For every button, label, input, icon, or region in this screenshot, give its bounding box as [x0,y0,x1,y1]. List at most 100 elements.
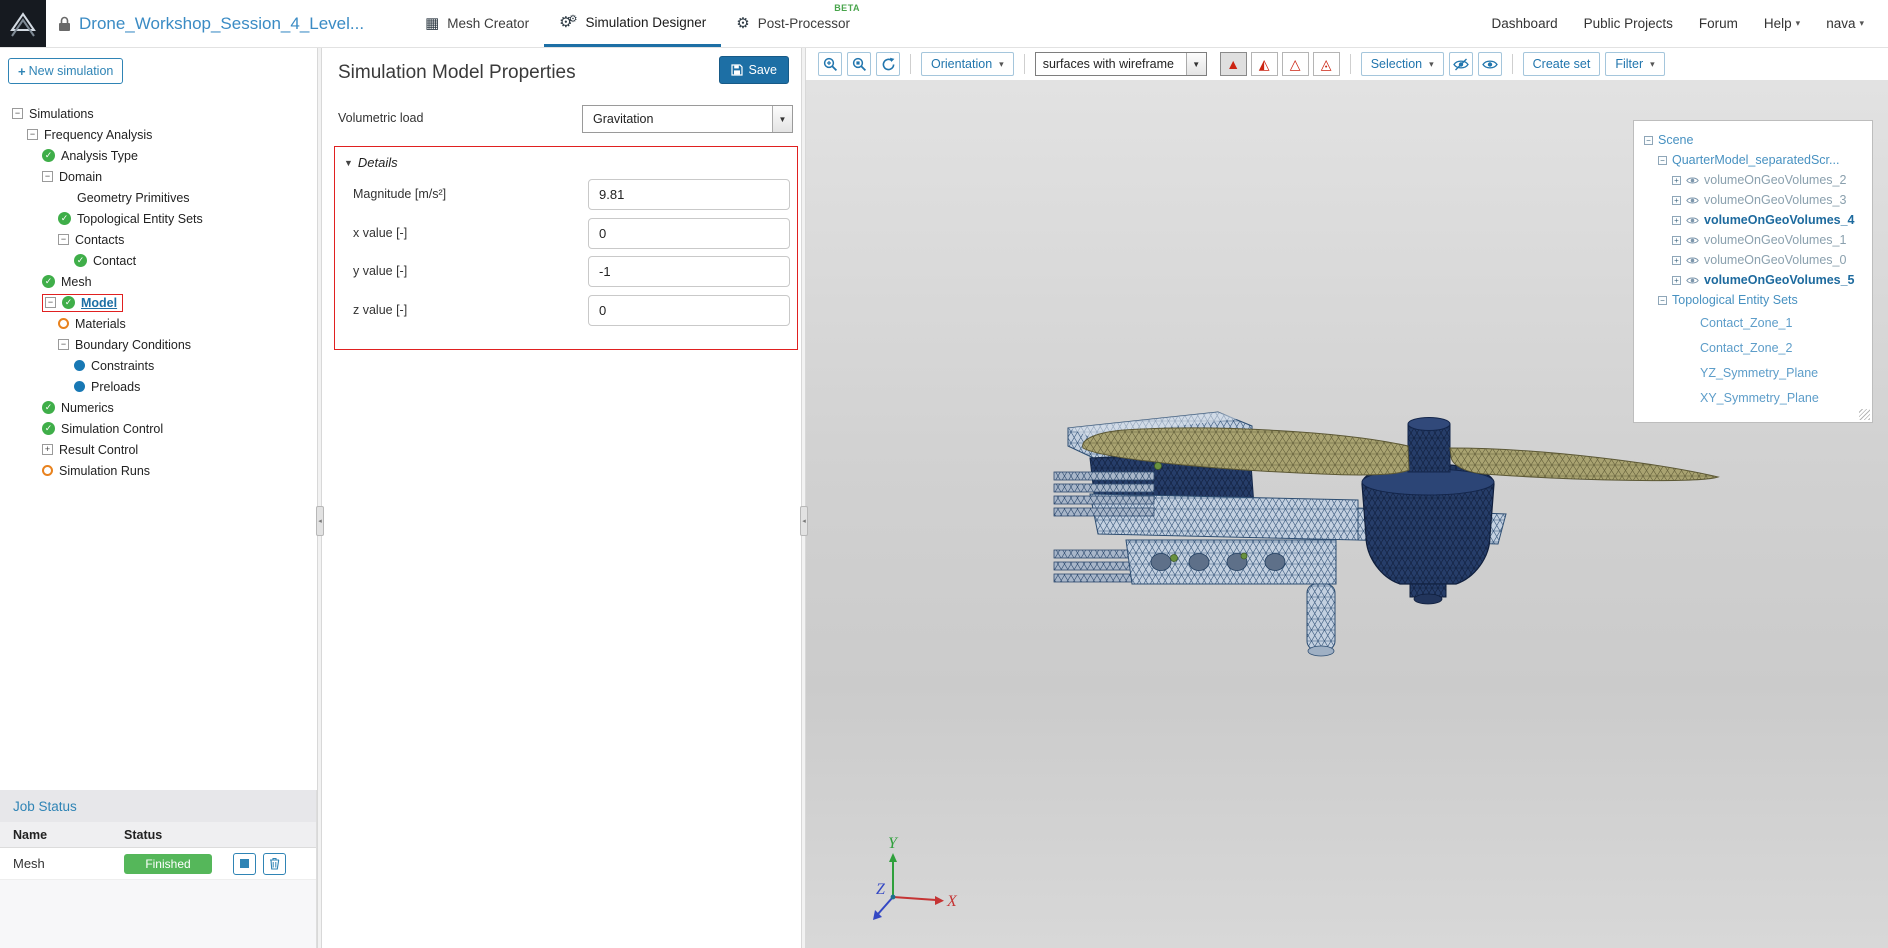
expand-icon[interactable]: + [1672,216,1681,225]
tree-item-geometry-primitives[interactable]: Geometry Primitives [0,187,317,208]
collapse-icon[interactable]: − [42,171,53,182]
scene-item-volume-4[interactable]: +volumeOnGeoVolumes_4 [1644,210,1866,230]
scene-item-yz-symmetry-plane[interactable]: YZ_Symmetry_Plane [1644,360,1866,385]
collapse-icon[interactable]: − [1658,156,1667,165]
create-set-button[interactable]: Create set [1523,52,1601,76]
link-forum[interactable]: Forum [1699,16,1738,31]
y-value-input[interactable] [588,256,790,287]
collapse-icon[interactable]: − [58,339,69,350]
collapse-icon[interactable]: − [12,108,23,119]
scene-item-volume-5[interactable]: +volumeOnGeoVolumes_5 [1644,270,1866,290]
tree-item-constraints[interactable]: Constraints [0,355,317,376]
eye-icon[interactable] [1686,176,1699,185]
delete-job-button[interactable] [263,853,286,875]
scene-item-volume-1[interactable]: +volumeOnGeoVolumes_1 [1644,230,1866,250]
tab-simulation-designer[interactable]: ⚙⚙ Simulation Designer [544,0,721,47]
magnitude-input[interactable] [588,179,790,210]
render-mode-select[interactable]: surfaces with wireframe ▼ [1035,52,1207,76]
collapse-icon[interactable]: − [45,297,56,308]
expand-icon[interactable]: + [1672,276,1681,285]
tab-mesh-creator[interactable]: ▦ Mesh Creator [410,0,544,47]
eye-icon[interactable] [1686,276,1699,285]
render-wireframe-toggle[interactable]: △ [1282,52,1309,76]
render-mode-value: surfaces with wireframe [1036,53,1186,75]
eye-icon[interactable] [1686,236,1699,245]
scene-item-topological-entity-sets[interactable]: −Topological Entity Sets [1644,290,1866,310]
project-title[interactable]: Drone_Workshop_Session_4_Level... [79,14,364,34]
3d-viewport[interactable]: Y X Z −Scene −QuarterModel_separatedScr.… [806,80,1888,948]
volumetric-load-select[interactable]: Gravitation ▼ [582,105,793,133]
tree-item-simulation-control[interactable]: ✓Simulation Control [0,418,317,439]
expand-icon[interactable]: + [1672,176,1681,185]
tree-item-simulation-runs[interactable]: Simulation Runs [0,460,317,481]
collapse-icon[interactable]: − [27,129,38,140]
tree-item-contact[interactable]: ✓Contact [0,250,317,271]
collapse-icon[interactable]: − [58,234,69,245]
eye-icon [1482,58,1498,71]
filter-dropdown[interactable]: Filter ▾ [1605,52,1664,76]
stop-job-button[interactable] [233,853,256,875]
panel-resize-grip[interactable] [1859,409,1870,420]
tree-item-analysis-type[interactable]: ✓Analysis Type [0,145,317,166]
expand-icon[interactable]: + [1672,256,1681,265]
tree-item-preloads[interactable]: Preloads [0,376,317,397]
status-check-icon: ✓ [58,212,71,225]
collapse-icon[interactable]: − [1658,296,1667,305]
tree-item-contacts[interactable]: −Contacts [0,229,317,250]
show-all-button[interactable] [1478,52,1502,76]
tree-item-model-label[interactable]: Model [81,296,117,310]
scene-item-volume-3[interactable]: +volumeOnGeoVolumes_3 [1644,190,1866,210]
selection-dropdown[interactable]: Selection ▾ [1361,52,1444,76]
eye-icon[interactable] [1686,216,1699,225]
scene-item-quartermodel[interactable]: −QuarterModel_separatedScr... [1644,150,1866,170]
scene-item-xy-symmetry-plane[interactable]: XY_Symmetry_Plane [1644,385,1866,410]
tree-item-result-control[interactable]: +Result Control [0,439,317,460]
menu-help[interactable]: Help ▾ [1764,16,1800,31]
link-public-projects[interactable]: Public Projects [1584,16,1673,31]
panel-resizer[interactable]: ◂ [317,48,322,948]
eye-icon[interactable] [1686,256,1699,265]
hide-selected-button[interactable] [1449,52,1473,76]
tree-item-mesh[interactable]: ✓Mesh [0,271,317,292]
tree-item-model[interactable]: − ✓ Model [0,292,317,313]
new-simulation-button[interactable]: + New simulation [8,58,123,84]
save-button[interactable]: Save [719,56,790,84]
render-textured-toggle[interactable]: ◬ [1313,52,1340,76]
tree-item-frequency-analysis[interactable]: −Frequency Analysis [0,124,317,145]
tree-item-materials[interactable]: Materials [0,313,317,334]
tree-item-numerics[interactable]: ✓Numerics [0,397,317,418]
zoom-window-button[interactable] [818,52,842,76]
collapse-icon[interactable]: − [1644,136,1653,145]
zoom-fit-button[interactable] [847,52,871,76]
scene-item-scene[interactable]: −Scene [1644,130,1866,150]
resizer-handle[interactable]: ◂ [800,506,808,536]
tree-item-domain[interactable]: −Domain [0,166,317,187]
tree-item-simulations[interactable]: −Simulations [0,103,317,124]
expand-icon[interactable]: + [1672,236,1681,245]
eye-icon[interactable] [1686,196,1699,205]
orientation-dropdown[interactable]: Orientation ▾ [921,52,1014,76]
tab-post-processor[interactable]: BETA ⚙ Post-Processor [721,0,865,47]
render-surface-wire-toggle[interactable]: ◭ [1251,52,1278,76]
app-logo[interactable] [0,0,46,47]
x-value-input[interactable] [588,218,790,249]
scene-item-volume-2[interactable]: +volumeOnGeoVolumes_2 [1644,170,1866,190]
z-value-input[interactable] [588,295,790,326]
expand-icon[interactable]: + [1672,196,1681,205]
scene-item-contact-zone-2[interactable]: Contact_Zone_2 [1644,335,1866,360]
tree-item-boundary-conditions[interactable]: −Boundary Conditions [0,334,317,355]
expand-icon[interactable]: + [42,444,53,455]
tree-item-topological-entity-sets[interactable]: ✓Topological Entity Sets [0,208,317,229]
resizer-handle[interactable]: ◂ [316,506,324,536]
properties-panel: Simulation Model Properties Save Volumet… [322,48,801,948]
panel-resizer[interactable]: ◂ [801,48,806,948]
job-status-title: Job Status [0,790,316,822]
menu-user[interactable]: nava ▾ [1826,16,1864,31]
reset-view-button[interactable] [876,52,900,76]
scene-item-volume-0[interactable]: +volumeOnGeoVolumes_0 [1644,250,1866,270]
link-dashboard[interactable]: Dashboard [1492,16,1558,31]
scene-item-contact-zone-1[interactable]: Contact_Zone_1 [1644,310,1866,335]
field-x-value: x value [-] [335,218,797,249]
details-section-header[interactable]: ▼ Details [344,155,398,170]
render-solid-toggle[interactable]: ▲ [1220,52,1247,76]
